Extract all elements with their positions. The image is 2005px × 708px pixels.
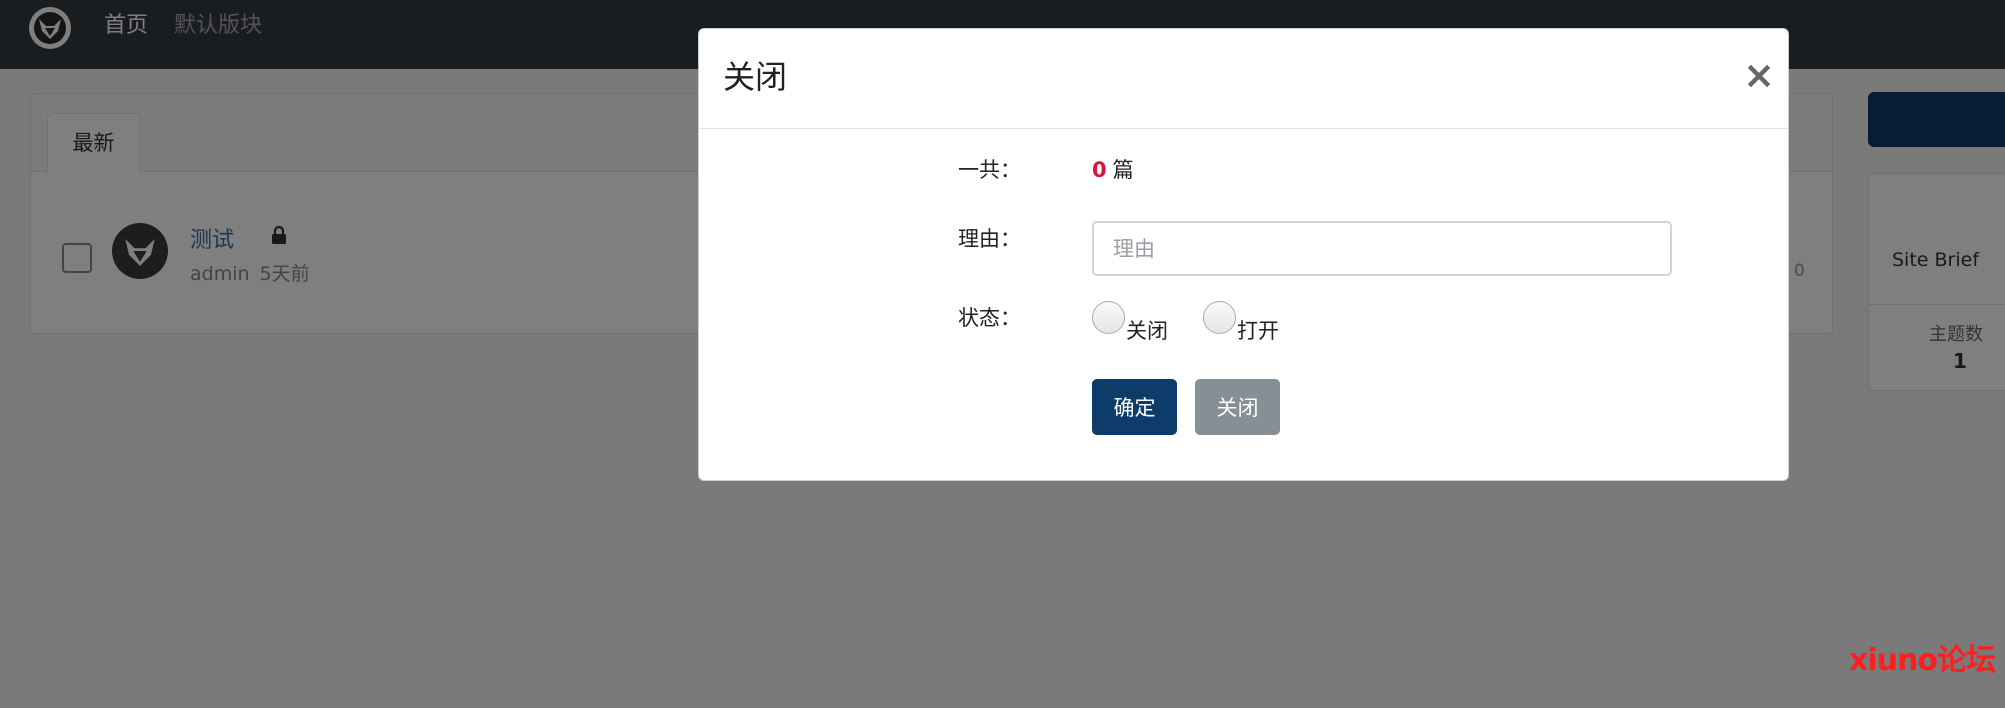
- total-label: 一共：: [958, 158, 1021, 182]
- status-option-close-label: 关闭: [1126, 319, 1168, 343]
- status-label: 状态：: [958, 306, 1021, 330]
- modal-header: 关闭 ×: [699, 29, 1788, 129]
- total-count: 0: [1092, 158, 1107, 182]
- total-unit: 篇: [1112, 158, 1134, 182]
- status-option-open-label: 打开: [1237, 319, 1279, 343]
- radio-button[interactable]: [1203, 301, 1236, 334]
- total-value: 0篇: [1092, 154, 1134, 184]
- confirm-button[interactable]: 确定: [1092, 379, 1177, 435]
- cancel-button[interactable]: 关闭: [1195, 379, 1280, 435]
- watermark-logo: xiuno论坛: [1849, 643, 1996, 678]
- reason-label: 理由：: [958, 227, 1021, 251]
- radio-button[interactable]: [1092, 301, 1125, 334]
- status-radio-open[interactable]: 打开: [1203, 301, 1293, 343]
- close-icon[interactable]: ×: [1743, 55, 1775, 95]
- modal-title: 关闭: [723, 58, 788, 96]
- close-thread-modal: 关闭 × 一共： 0篇 理由： 状态： 关闭 打开 确定 关闭: [698, 28, 1789, 481]
- status-radio-close[interactable]: 关闭: [1092, 301, 1182, 343]
- reason-input[interactable]: [1092, 221, 1672, 276]
